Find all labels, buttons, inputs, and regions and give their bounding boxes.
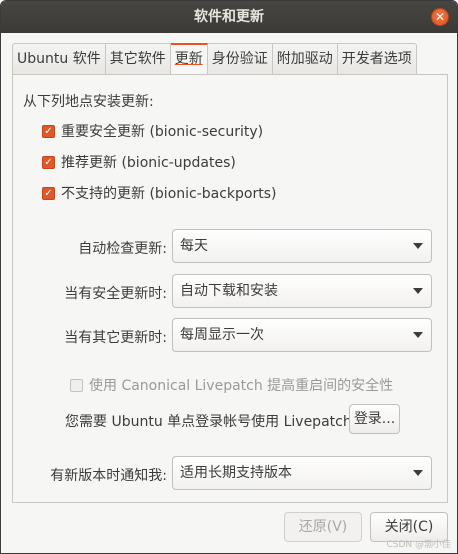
security-updates-checkbox-row[interactable]: ✓ 重要安全更新 (bionic-security) — [42, 121, 263, 141]
checkbox-checked-icon[interactable]: ✓ — [42, 186, 55, 200]
sources-label: 从下列地点安装更新: — [23, 94, 154, 110]
notify-label: 有新版本时通知我: — [50, 468, 167, 484]
tab-authentication[interactable]: 身份验证 — [207, 43, 273, 75]
checkbox-unchecked-icon — [70, 378, 83, 392]
revert-button[interactable]: 还原(V) — [284, 512, 362, 542]
tab-ubuntu-software[interactable]: Ubuntu 软件 — [12, 43, 106, 75]
login-button[interactable]: 登录... — [349, 404, 400, 434]
window-title: 软件和更新 — [194, 9, 264, 25]
tab-bar: Ubuntu 软件 其它软件 更新 身份验证 附加驱动 开发者选项 — [12, 43, 417, 75]
chevron-down-icon — [413, 332, 423, 338]
tab-additional-drivers[interactable]: 附加驱动 — [272, 43, 338, 75]
tab-updates[interactable]: 更新 — [170, 43, 208, 75]
checkbox-checked-icon[interactable]: ✓ — [42, 155, 55, 169]
livepatch-checkbox-row: 使用 Canonical Livepatch 提高重启间的安全性 — [70, 375, 393, 395]
notify-select[interactable]: 适用长期支持版本 — [172, 456, 432, 490]
checkbox-label: 推荐更新 (bionic-updates) — [61, 155, 236, 171]
title-bar: 软件和更新 ✕ — [1, 1, 457, 33]
backports-updates-checkbox-row[interactable]: ✓ 不支持的更新 (bionic-backports) — [42, 183, 277, 203]
tab-other-software[interactable]: 其它软件 — [105, 43, 171, 75]
close-icon[interactable]: ✕ — [431, 8, 449, 26]
checkbox-label: 重要安全更新 (bionic-security) — [61, 124, 264, 140]
software-updates-window: 软件和更新 ✕ Ubuntu 软件 其它软件 更新 身份验证 附加驱动 开发者选… — [0, 0, 458, 554]
chevron-down-icon — [413, 288, 423, 294]
chevron-down-icon — [413, 470, 423, 476]
auto-check-label: 自动检查更新: — [78, 241, 167, 257]
login-prompt: 您需要 Ubuntu 单点登录帐号使用 Livepatch — [65, 414, 352, 430]
updates-panel: 从下列地点安装更新: ✓ 重要安全更新 (bionic-security) ✓ … — [12, 74, 448, 503]
security-updates-label: 当有安全更新时: — [64, 286, 167, 302]
other-updates-select[interactable]: 每周显示一次 — [172, 318, 432, 352]
watermark: CSDN @渤小佳 — [386, 540, 451, 550]
chevron-down-icon — [413, 243, 423, 249]
checkbox-label: 不支持的更新 (bionic-backports) — [61, 186, 277, 202]
security-updates-select[interactable]: 自动下载和安装 — [172, 274, 432, 308]
tab-developer-options[interactable]: 开发者选项 — [337, 43, 417, 75]
other-updates-label: 当有其它更新时: — [64, 330, 167, 346]
livepatch-label: 使用 Canonical Livepatch 提高重启间的安全性 — [89, 378, 394, 394]
auto-check-select[interactable]: 每天 — [172, 229, 432, 263]
checkbox-checked-icon[interactable]: ✓ — [42, 124, 55, 138]
recommended-updates-checkbox-row[interactable]: ✓ 推荐更新 (bionic-updates) — [42, 152, 236, 172]
